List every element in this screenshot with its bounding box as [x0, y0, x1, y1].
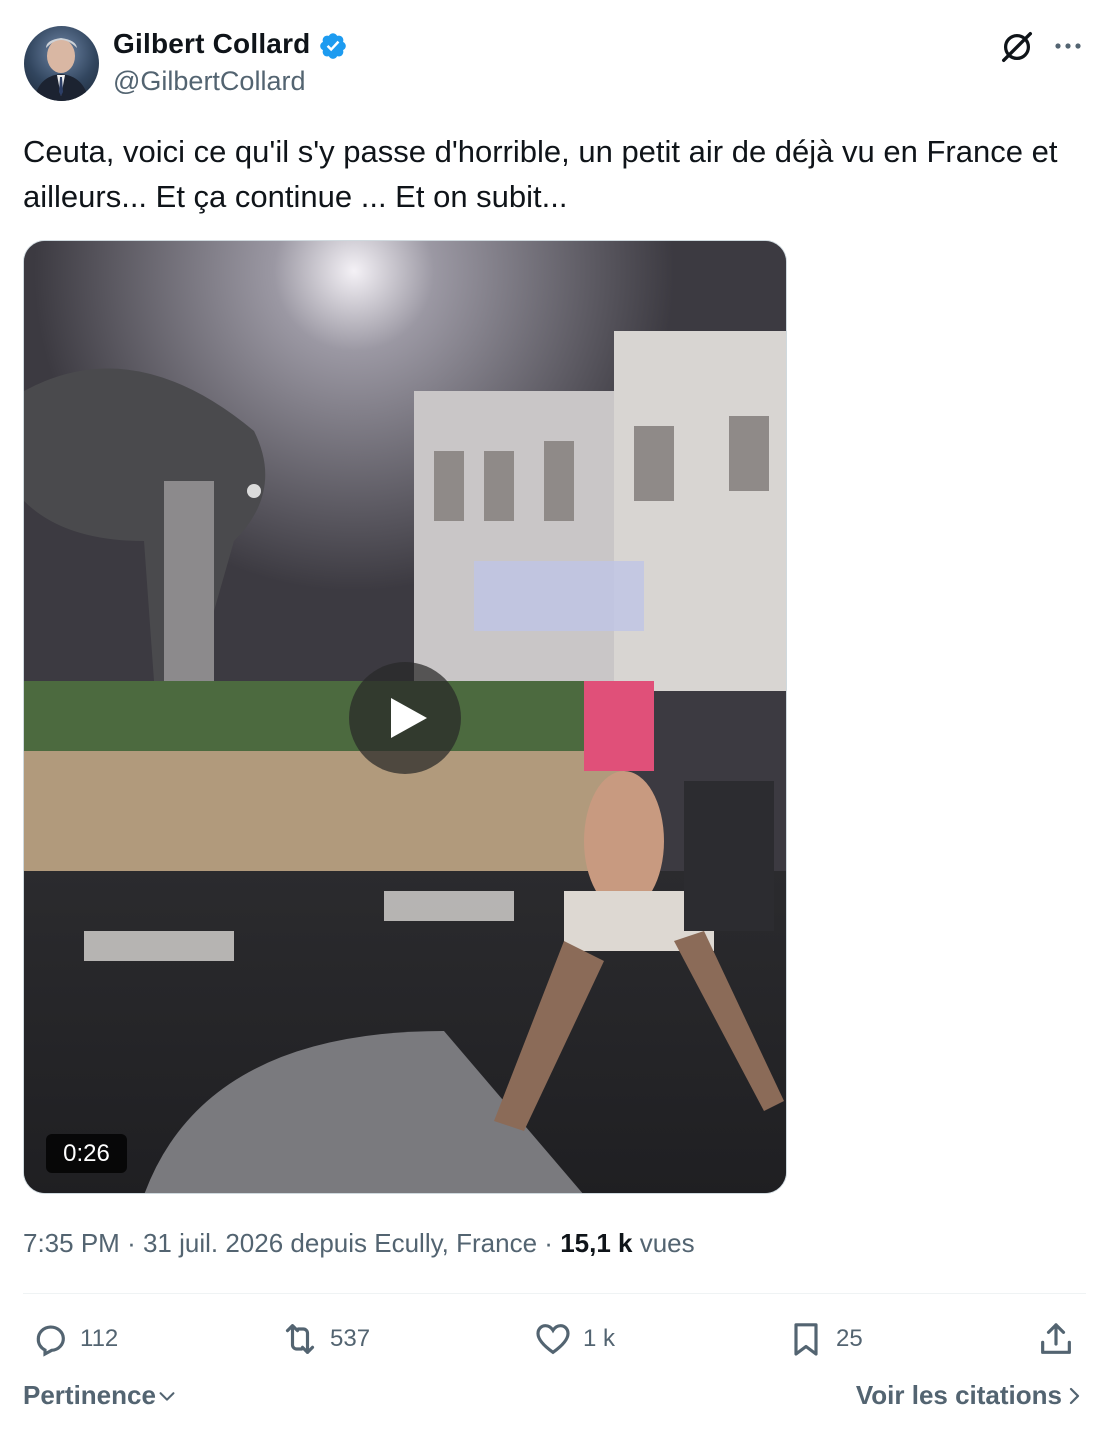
like-button[interactable]: 1 k	[533, 1316, 615, 1362]
play-icon	[391, 698, 427, 738]
sort-label: Pertinence	[23, 1380, 156, 1410]
chevron-right-icon	[1069, 1387, 1080, 1404]
chevron-down-icon	[159, 1391, 175, 1401]
more-options-icon[interactable]	[1050, 28, 1086, 64]
sort-dropdown[interactable]: Pertinence	[23, 1380, 178, 1411]
reply-icon	[36, 1325, 65, 1357]
divider	[23, 1293, 1086, 1294]
like-count: 1 k	[583, 1325, 616, 1352]
share-button[interactable]	[1036, 1316, 1076, 1362]
view-quotes-link[interactable]: Voir les citations	[856, 1380, 1086, 1411]
reply-count: 112	[80, 1325, 119, 1352]
meta-separator: ·	[127, 1228, 136, 1258]
play-button[interactable]	[349, 662, 461, 774]
meta-separator: ·	[544, 1228, 553, 1258]
video-duration-badge: 0:26	[46, 1134, 127, 1173]
repost-button[interactable]: 537	[280, 1316, 370, 1362]
avatar[interactable]	[24, 26, 99, 101]
author-handle[interactable]: @GilbertCollard	[113, 66, 305, 97]
reply-button[interactable]: 112	[30, 1316, 118, 1362]
views-label: vues	[639, 1228, 695, 1258]
bookmark-icon	[794, 1323, 818, 1356]
view-quotes-label: Voir les citations	[855, 1380, 1062, 1410]
heart-icon	[536, 1324, 570, 1355]
grok-icon[interactable]	[998, 28, 1036, 66]
tweet-time[interactable]: 7:35 PM	[23, 1228, 120, 1258]
repost-count: 537	[330, 1325, 371, 1352]
share-icon	[1041, 1323, 1071, 1354]
bookmark-button[interactable]: 25	[786, 1316, 863, 1362]
author-display-name[interactable]: Gilbert Collard	[113, 28, 310, 60]
views-count: 15,1 k	[560, 1228, 633, 1258]
tweet-date-location[interactable]: 31 juil. 2026 depuis Ecully, France	[143, 1228, 537, 1258]
avatar-portrait	[34, 38, 89, 101]
repost-icon	[285, 1324, 315, 1354]
verified-badge-icon	[320, 33, 346, 59]
tweet-meta: 7:35 PM · 31 juil. 2026 depuis Ecully, F…	[23, 1228, 695, 1259]
tweet-text: Ceuta, voici ce qu'il s'y passe d'horrib…	[23, 134, 1058, 214]
bookmark-count: 25	[836, 1325, 863, 1352]
